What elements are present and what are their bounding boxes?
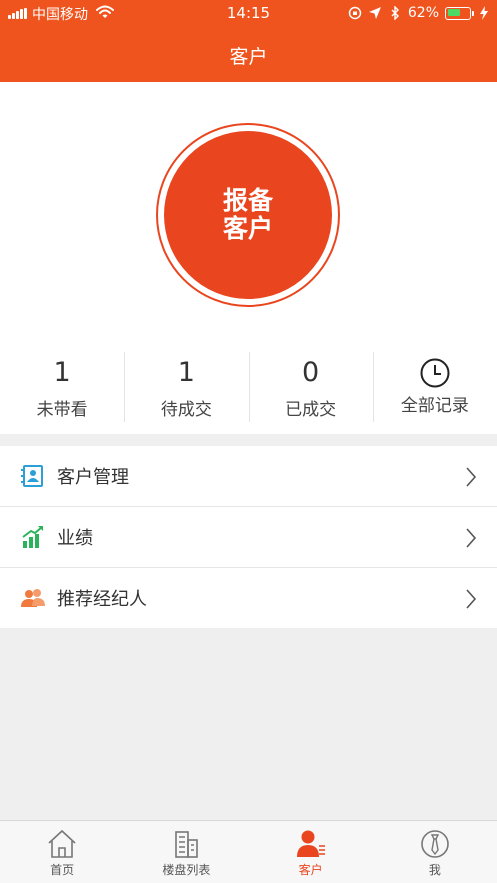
- tab-buildings[interactable]: 楼盘列表: [124, 821, 248, 883]
- page-title: 客户: [229, 46, 268, 68]
- tab-customers[interactable]: 客户: [249, 821, 373, 883]
- battery-fill: [447, 9, 460, 16]
- stat-label: 已成交: [285, 400, 337, 420]
- people-icon: [21, 589, 45, 607]
- clock-icon: [420, 358, 450, 388]
- stat-value: 1: [177, 357, 195, 388]
- report-button-line2: 客户: [222, 214, 273, 243]
- profile-tie-icon: [421, 830, 449, 858]
- tab-label: 我: [428, 863, 441, 877]
- battery-percent: 62%: [407, 5, 439, 21]
- menu-label: 推荐经纪人: [57, 589, 147, 610]
- tab-bar: 首页 楼盘列表 客户 我: [0, 820, 497, 883]
- location-arrow-icon: [368, 7, 381, 19]
- rotation-lock-icon: [348, 6, 362, 20]
- tab-label: 首页: [50, 863, 75, 877]
- tab-me[interactable]: 我: [373, 821, 497, 883]
- bluetooth-icon: [391, 6, 399, 20]
- stat-all-records[interactable]: 全部记录: [372, 352, 497, 422]
- building-icon: [175, 831, 199, 858]
- tab-label: 楼盘列表: [162, 863, 211, 877]
- contacts-icon: [21, 465, 43, 487]
- menu-label: 业绩: [57, 528, 93, 549]
- stat-label: 待成交: [160, 400, 212, 420]
- chevron-right-icon: [466, 528, 477, 548]
- home-icon: [48, 829, 76, 858]
- hero-section: 报备 客户 1 未带看 1 待成交 0 已成交 全部记录: [0, 82, 497, 434]
- menu-list: 客户管理 业绩 推荐经纪人: [0, 446, 497, 628]
- growth-chart-icon: [22, 526, 43, 548]
- battery-icon: [445, 6, 474, 20]
- stat-value: 0: [302, 357, 320, 388]
- report-customer-circle[interactable]: 报备 客户: [164, 131, 332, 299]
- report-customer-button[interactable]: 报备 客户: [156, 123, 340, 307]
- stat-label: 未带看: [36, 400, 88, 420]
- tab-label: 客户: [298, 863, 323, 877]
- stat-value: 1: [53, 357, 71, 388]
- customer-icon: [296, 830, 325, 857]
- stat-pending-deal[interactable]: 1 待成交: [124, 352, 248, 422]
- stat-not-viewed[interactable]: 1 未带看: [0, 352, 124, 422]
- menu-label: 客户管理: [57, 467, 129, 488]
- top-bar: 中国移动 14:15 62% 客户: [0, 0, 497, 82]
- stat-label: 全部记录: [400, 396, 469, 416]
- menu-item-performance[interactable]: 业绩: [0, 507, 497, 568]
- stats-row: 1 未带看 1 待成交 0 已成交 全部记录: [0, 352, 497, 422]
- menu-item-customer-management[interactable]: 客户管理: [0, 446, 497, 507]
- stat-closed-deal[interactable]: 0 已成交: [248, 352, 373, 422]
- charging-bolt-icon: [480, 6, 488, 20]
- report-button-line1: 报备: [222, 186, 273, 215]
- chevron-right-icon: [466, 589, 477, 609]
- chevron-right-icon: [466, 467, 477, 487]
- status-bar: 中国移动 14:15 62%: [0, 0, 497, 26]
- menu-item-recommend-agent[interactable]: 推荐经纪人: [0, 568, 497, 628]
- status-right: 62%: [348, 3, 491, 23]
- tab-home[interactable]: 首页: [0, 821, 124, 883]
